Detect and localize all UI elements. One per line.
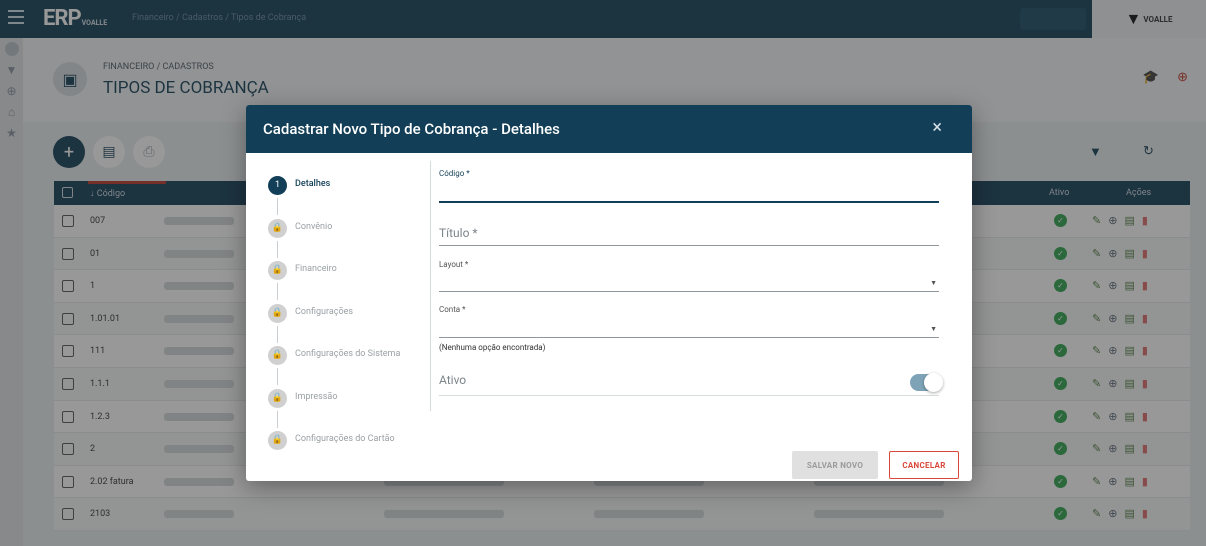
layout-label: Layout * xyxy=(439,260,469,269)
step-label: Configurações xyxy=(295,306,353,317)
step-label: Convênio xyxy=(295,221,333,232)
modal-title: Cadastrar Novo Tipo de Cobrança - Detalh… xyxy=(263,120,560,138)
ativo-underline xyxy=(439,395,939,396)
step-5: 🔒 Impressão xyxy=(268,386,428,429)
step-connector xyxy=(277,410,278,428)
step-1: 🔒 Convênio xyxy=(268,216,428,259)
close-icon[interactable]: × xyxy=(932,117,942,138)
step-connector xyxy=(277,368,278,385)
cancel-button[interactable]: CANCELAR xyxy=(889,451,959,479)
step-label: Financeiro xyxy=(295,264,337,274)
stepper: 1 Detalhes 🔒 Convênio 🔒 Financeiro 🔒 Configuraç… xyxy=(268,173,428,471)
lock-icon: 🔒 xyxy=(268,388,287,408)
app-root: ERPVOALLE Financeiro / Cadastros / Tipos… xyxy=(0,0,1206,546)
step-label: Impressão xyxy=(295,391,338,402)
step-connector xyxy=(277,283,278,300)
ativo-label: Ativo xyxy=(439,373,467,387)
create-modal: Cadastrar Novo Tipo de Cobrança - Detalh… xyxy=(246,105,972,481)
step-3: 🔒 Configurações xyxy=(268,301,428,344)
stepper-divider xyxy=(430,161,431,411)
codigo-label: Código * xyxy=(439,169,470,178)
ativo-toggle[interactable] xyxy=(910,373,943,392)
step-connector xyxy=(277,198,278,215)
step-connector xyxy=(277,325,278,343)
step-2: 🔒 Financeiro xyxy=(268,258,428,301)
lock-icon: 🔒 xyxy=(268,346,287,365)
step-number: 1 xyxy=(268,176,287,195)
conta-select[interactable] xyxy=(439,337,939,338)
conta-hint: (Nenhuma opção encontrada) xyxy=(439,343,546,352)
titulo-underline xyxy=(439,245,939,246)
layout-select[interactable] xyxy=(439,291,939,292)
conta-label: Conta * xyxy=(439,305,466,314)
save-new-button[interactable]: SALVAR NOVO xyxy=(792,451,878,479)
step-connector xyxy=(277,240,278,258)
step-6: 🔒 Configurações do Cartão xyxy=(268,428,428,471)
lock-icon: 🔒 xyxy=(268,303,287,323)
codigo-field[interactable] xyxy=(439,201,939,203)
titulo-field[interactable]: Título * xyxy=(439,226,478,240)
lock-icon: 🔒 xyxy=(268,431,287,450)
layout-chevron-down-icon[interactable]: ▼ xyxy=(930,279,937,287)
toggle-knob xyxy=(924,373,943,392)
step-label: Configurações do Cartão xyxy=(295,434,395,444)
lock-icon: 🔒 xyxy=(268,218,287,238)
step-label: Detalhes xyxy=(295,179,331,189)
conta-chevron-down-icon[interactable]: ▼ xyxy=(930,325,937,333)
modal-header: Cadastrar Novo Tipo de Cobrança - Detalh… xyxy=(246,105,972,153)
step-label: Configurações do Sistema xyxy=(295,349,401,359)
step-4: 🔒 Configurações do Sistema xyxy=(268,343,428,386)
lock-icon: 🔒 xyxy=(268,261,287,280)
step-0[interactable]: 1 Detalhes xyxy=(268,173,428,216)
